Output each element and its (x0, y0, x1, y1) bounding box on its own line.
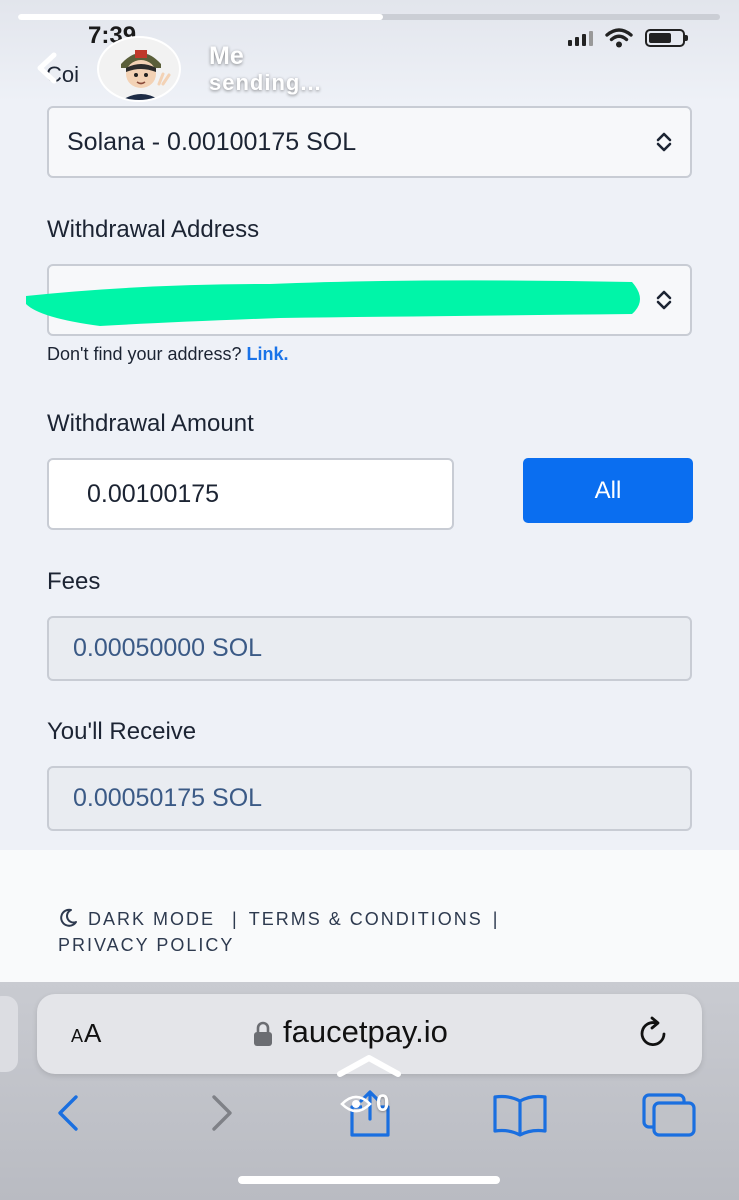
home-indicator[interactable] (238, 1176, 500, 1184)
receive-label: You'll Receive (47, 718, 197, 745)
tabs-icon[interactable] (640, 1091, 698, 1139)
reload-icon[interactable] (634, 1014, 672, 1052)
swipe-up-chevron-icon[interactable] (336, 1052, 402, 1080)
address-redaction-scribble (26, 280, 640, 326)
previous-tab-stub[interactable] (0, 996, 18, 1072)
story-status: sending... (209, 70, 322, 95)
address-helper: Don't find your address? Link. (47, 344, 289, 365)
withdrawal-amount-value: 0.00100175 (87, 479, 220, 508)
back-chevron-icon[interactable] (30, 50, 66, 86)
chevron-updown-icon (656, 290, 672, 310)
story-user-name: Me (209, 42, 244, 70)
back-arrow-icon[interactable] (52, 1093, 82, 1133)
lock-icon (254, 1021, 272, 1046)
fees-field: 0.00050000 SOL (47, 616, 692, 681)
text-size-big-a: A (84, 1018, 103, 1048)
story-progress-bar (18, 14, 720, 20)
privacy-link[interactable]: PRIVACY POLICY (58, 935, 234, 955)
address-helper-text: Don't find your address? (47, 344, 247, 364)
viewer-count: 0 (376, 1090, 390, 1117)
address-help-link[interactable]: Link. (247, 344, 289, 364)
footer-separator: | (492, 909, 500, 929)
url-text: faucetpay.io (283, 1014, 448, 1049)
footer-links: DARK MODE | TERMS & CONDITIONS | PRIVACY PO… (58, 906, 618, 958)
page-footer: DARK MODE | TERMS & CONDITIONS | PRIVACY PO… (0, 850, 739, 982)
coin-select[interactable]: Solana - 0.00100175 SOL (47, 106, 692, 178)
all-button[interactable]: All (523, 458, 693, 523)
story-viewers[interactable]: 0 (340, 1090, 389, 1118)
forward-arrow-icon[interactable] (208, 1093, 238, 1133)
withdrawal-amount-input[interactable]: 0.00100175 (47, 458, 454, 530)
withdrawal-address-label: Withdrawal Address (47, 216, 260, 243)
battery-icon (645, 29, 688, 47)
text-size-small-a: A (71, 1026, 85, 1046)
chevron-updown-icon (656, 132, 672, 152)
avatar[interactable] (97, 36, 181, 102)
eye-icon (340, 1095, 372, 1113)
dark-mode-toggle[interactable]: DARK MODE (58, 908, 222, 929)
fees-value: 0.00050000 SOL (73, 634, 263, 662)
footer-separator: | (232, 909, 239, 929)
dark-mode-label: DARK MODE (88, 909, 216, 929)
text-size-button[interactable]: AA (71, 1018, 102, 1049)
withdrawal-amount-label: Withdrawal Amount (47, 410, 254, 437)
moon-icon (60, 908, 77, 927)
coin-select-value: Solana - 0.00100175 SOL (67, 127, 357, 156)
fees-label: Fees (47, 568, 101, 595)
terms-link[interactable]: TERMS & CONDITIONS (249, 909, 483, 929)
bookmarks-icon[interactable] (491, 1093, 549, 1137)
wifi-icon (605, 28, 633, 48)
status-icons (568, 28, 688, 48)
receive-field: 0.00050175 SOL (47, 766, 692, 831)
story-progress-fill (18, 14, 384, 20)
cellular-signal-icon (568, 30, 593, 46)
story-user: Me sending... (209, 42, 322, 96)
receive-value: 0.00050175 SOL (73, 784, 263, 812)
